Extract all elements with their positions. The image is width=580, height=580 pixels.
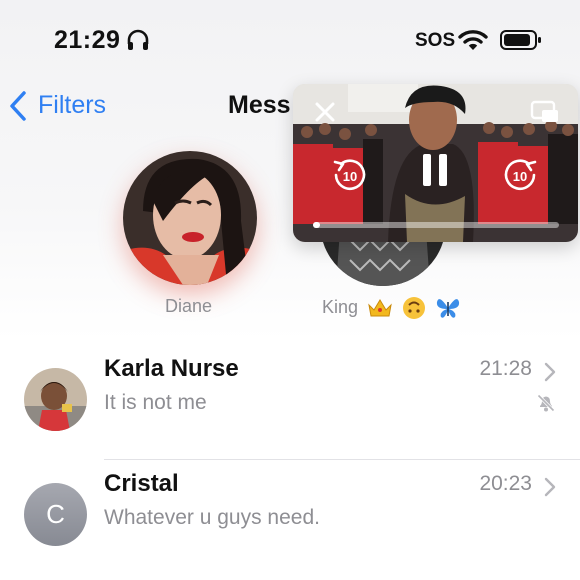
page-title: Mess [228,91,291,119]
chat-row-karla-nurse[interactable]: Karla Nurse It is not me 21:28 [0,345,580,455]
pip-progress-bar[interactable] [313,222,559,228]
pinned-name-king-row: King [322,296,461,320]
headphones-icon [127,29,149,50]
pip-close-icon[interactable] [313,100,337,124]
bell-slash-icon [536,393,556,413]
skip-back-seconds: 10 [343,169,357,184]
pip-video-player[interactable]: 10 10 [293,84,578,242]
pause-icon[interactable] [421,152,449,188]
chat-preview: Whatever u guys need. [104,506,320,529]
back-button[interactable]: Filters [38,91,106,120]
wifi-icon [458,30,488,50]
avatar: C [24,483,87,546]
skip-back-10-icon[interactable]: 10 [331,156,369,194]
chat-name: Karla Nurse [104,355,239,382]
avatar-photo [123,151,257,285]
chat-time: 21:28 [479,357,532,380]
pinned-name-king: King [322,296,359,317]
upside-down-face-emoji-icon [403,297,426,319]
pinned-name-diane: Diane [165,296,213,316]
chat-name: Cristal [104,470,179,497]
avatar-photo [24,368,87,431]
sos-indicator: SOS [415,30,456,51]
chevron-right-icon [544,362,556,382]
chat-row-cristal[interactable]: C Cristal Whatever u guys need. 20:23 [0,460,580,570]
skip-forward-10-icon[interactable]: 10 [501,156,539,194]
crown-emoji-icon [368,299,392,317]
avatar [24,368,87,431]
pip-progress-fill [313,222,321,228]
status-time: 21:29 [54,26,121,54]
pinned-avatar-diane[interactable] [123,151,257,285]
chat-preview: It is not me [104,391,207,414]
battery-icon [500,30,541,50]
back-chevron-icon[interactable] [8,90,28,122]
pip-restore-icon[interactable] [530,100,560,124]
chevron-right-icon [544,477,556,497]
butterfly-emoji-icon [436,299,460,318]
skip-forward-seconds: 10 [513,169,527,184]
chat-time: 20:23 [479,472,532,495]
